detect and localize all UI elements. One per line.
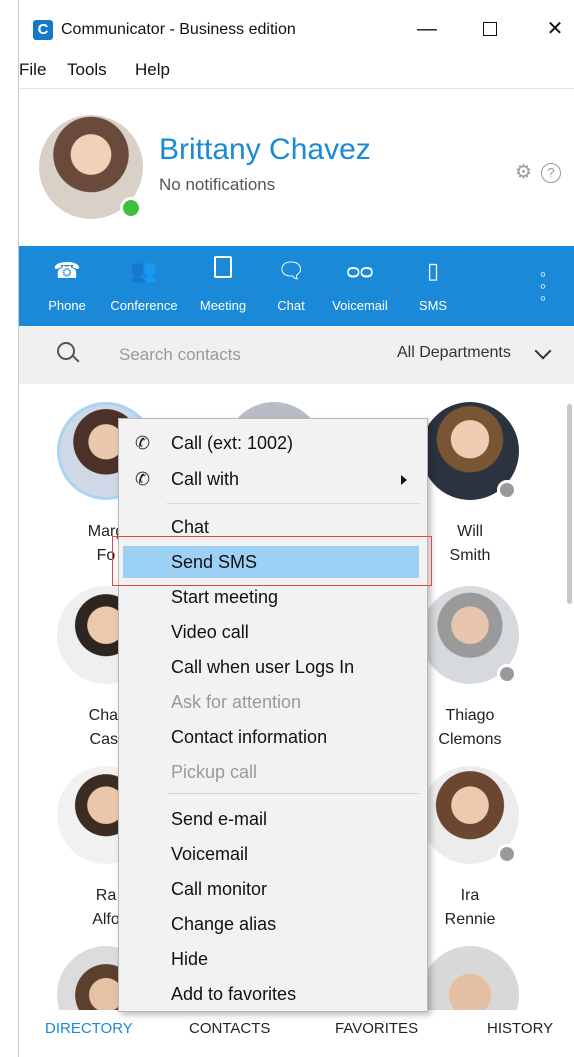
menu-item-add-to-favorites[interactable]: Add to favorites bbox=[119, 978, 427, 1010]
window-title: Communicator - Business edition bbox=[61, 21, 296, 38]
online-status-icon bbox=[120, 197, 142, 219]
toolbar-label: Voicemail bbox=[332, 298, 388, 313]
menu-item-call-when-logs-in[interactable]: Call when user Logs In bbox=[119, 651, 427, 683]
offline-status-icon bbox=[497, 844, 517, 864]
search-bar: All Departments bbox=[19, 326, 574, 384]
tab-history[interactable]: HISTORY bbox=[487, 1020, 553, 1037]
profile-header: Brittany Chavez No notifications ⚙ ? bbox=[19, 88, 574, 246]
menu-item-voicemail[interactable]: Voicemail bbox=[119, 838, 427, 870]
maximize-button[interactable] bbox=[470, 14, 510, 44]
offline-status-icon bbox=[497, 480, 517, 500]
contact-avatar bbox=[421, 946, 519, 1010]
menu-item-label: Call with bbox=[171, 469, 240, 489]
menu-item-label: Call (ext: 1002) bbox=[171, 433, 294, 453]
user-name: Brittany Chavez bbox=[159, 133, 371, 166]
menu-item-ask-for-attention: Ask for attention bbox=[171, 692, 302, 712]
submenu-arrow-icon bbox=[401, 475, 407, 485]
bottom-tabs: DIRECTORY CONTACTS FAVORITES HISTORY bbox=[19, 1010, 574, 1057]
minimize-button[interactable]: — bbox=[407, 14, 447, 44]
notification-status: No notifications bbox=[159, 175, 276, 194]
maximize-icon bbox=[483, 22, 497, 36]
menu-item-hide[interactable]: Hide bbox=[119, 943, 427, 975]
toolbar-phone-button[interactable]: ☎ Phone bbox=[45, 256, 89, 320]
chevron-down-icon[interactable] bbox=[534, 342, 552, 360]
toolbar-label: Meeting bbox=[199, 298, 247, 313]
highlight-callout-box bbox=[112, 536, 432, 586]
department-select[interactable]: All Departments bbox=[397, 344, 511, 362]
offline-status-icon bbox=[497, 664, 517, 684]
toolbar-voicemail-button[interactable]: ᴑᴑ Voicemail bbox=[327, 256, 393, 320]
menu-help[interactable]: Help bbox=[135, 60, 170, 80]
menu-separator bbox=[167, 793, 419, 794]
gear-icon[interactable]: ⚙ bbox=[515, 163, 535, 183]
toolbar-conference-button[interactable]: 👥 Conference bbox=[105, 256, 183, 320]
toolbar-label: Conference bbox=[110, 298, 178, 313]
title-bar: C Communicator - Business edition — ✕ bbox=[19, 0, 574, 44]
toolbar-chat-button[interactable]: 🗨 Chat bbox=[271, 256, 311, 320]
menu-bar: File Tools Help bbox=[19, 56, 574, 86]
sms-icon: ▯ bbox=[426, 258, 440, 283]
search-icon bbox=[57, 342, 75, 360]
tab-contacts[interactable]: CONTACTS bbox=[189, 1020, 270, 1037]
more-options-icon[interactable]: ◦ ◦ ◦ bbox=[535, 265, 551, 308]
tab-favorites[interactable]: FAVORITES bbox=[335, 1020, 418, 1037]
phone-icon: ☎ bbox=[53, 258, 81, 283]
menu-item-contact-information[interactable]: Contact information bbox=[119, 721, 427, 753]
contact-context-menu: ✆ Call (ext: 1002) ✆ Call with Chat Send… bbox=[118, 418, 428, 1012]
toolbar-meeting-button[interactable]: Meeting bbox=[195, 256, 251, 320]
menu-separator bbox=[167, 503, 419, 504]
menu-item-call[interactable]: ✆ Call (ext: 1002) bbox=[119, 427, 427, 459]
conference-icon: 👥 bbox=[130, 258, 158, 283]
toolbar-label: Chat bbox=[277, 298, 305, 313]
menu-item-pickup-call: Pickup call bbox=[171, 762, 258, 782]
handset-icon: ✆ bbox=[135, 469, 151, 489]
toolbar-label: SMS bbox=[418, 298, 448, 313]
toolbar-sms-button[interactable]: ▯ SMS bbox=[415, 256, 451, 320]
help-icon[interactable]: ? bbox=[541, 163, 561, 183]
app-logo-icon: C bbox=[33, 20, 53, 40]
main-toolbar: ☎ Phone 👥 Conference Meeting 🗨 Chat ᴑᴑ V… bbox=[19, 246, 574, 326]
tab-directory[interactable]: DIRECTORY bbox=[45, 1020, 133, 1037]
voicemail-icon: ᴑᴑ bbox=[346, 258, 374, 283]
search-input[interactable] bbox=[119, 342, 369, 368]
menu-item-send-email[interactable]: Send e-mail bbox=[119, 803, 427, 835]
scrollbar-thumb[interactable] bbox=[567, 404, 572, 604]
meeting-icon bbox=[195, 256, 251, 286]
menu-item-change-alias[interactable]: Change alias bbox=[119, 908, 427, 940]
chat-icon: 🗨 bbox=[277, 258, 305, 283]
menu-file[interactable]: File bbox=[19, 60, 46, 80]
close-button[interactable]: ✕ bbox=[535, 14, 574, 44]
handset-icon: ✆ bbox=[135, 433, 151, 453]
menu-item-call-with[interactable]: ✆ Call with bbox=[119, 463, 427, 495]
toolbar-label: Phone bbox=[48, 298, 86, 313]
menu-item-call-monitor[interactable]: Call monitor bbox=[119, 873, 427, 905]
menu-tools[interactable]: Tools bbox=[67, 60, 107, 80]
menu-item-video-call[interactable]: Video call bbox=[119, 616, 427, 648]
